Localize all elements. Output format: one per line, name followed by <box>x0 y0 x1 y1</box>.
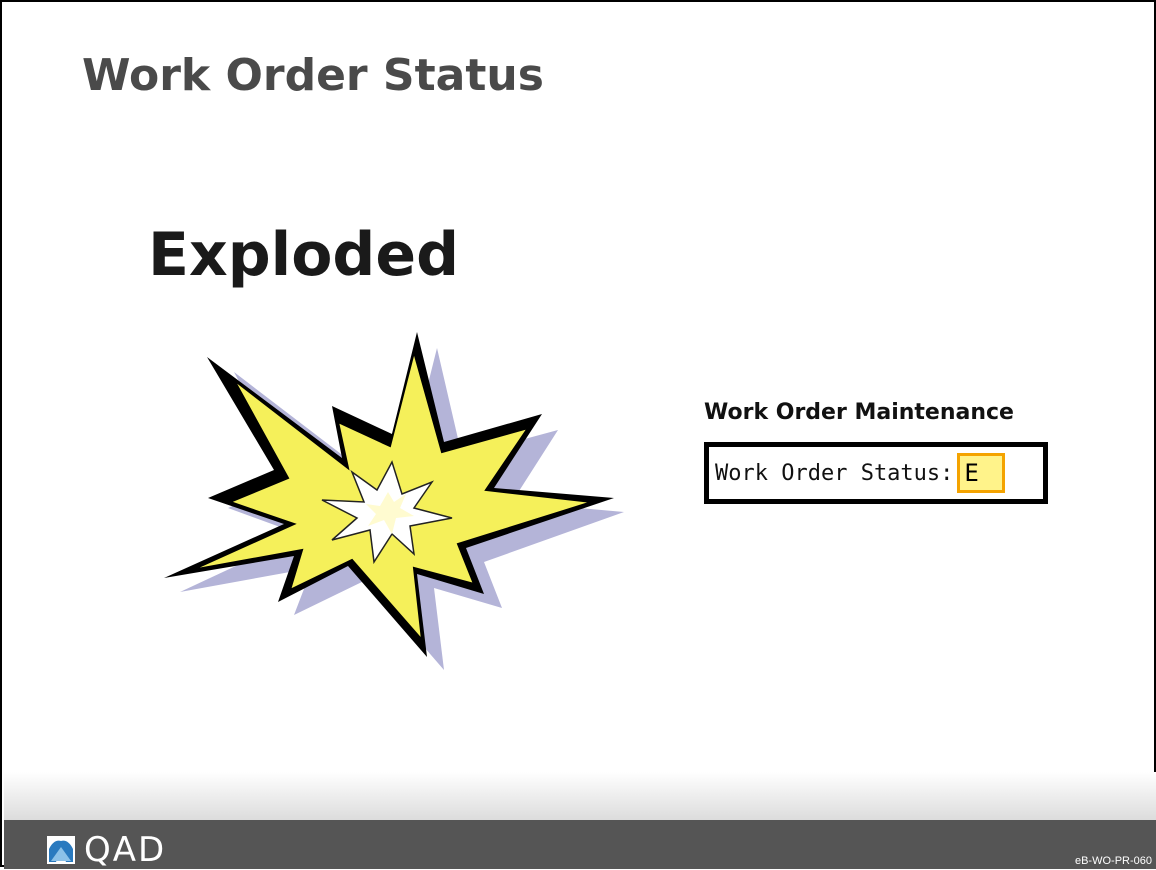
work-order-status-label: Work Order Status: <box>715 460 954 486</box>
qad-logo-text: QAD <box>84 830 167 870</box>
footer-bar: eB-WO-PR-060 <box>4 820 1156 869</box>
explosion-burst-icon <box>164 332 624 670</box>
footer-fade <box>4 772 1156 820</box>
doc-code: eB-WO-PR-060 <box>1074 855 1152 867</box>
form-caption: Work Order Maintenance <box>704 400 1014 425</box>
qad-logo-icon <box>47 836 75 864</box>
work-order-status-field: Work Order Status: E <box>704 442 1048 504</box>
status-heading: Exploded <box>148 220 460 290</box>
work-order-status-input[interactable]: E <box>957 453 1006 493</box>
slide-title: Work Order Status <box>82 50 544 101</box>
slide: Work Order Status Exploded Work Order Ma… <box>0 0 1156 870</box>
qad-logo: QAD <box>46 830 166 870</box>
